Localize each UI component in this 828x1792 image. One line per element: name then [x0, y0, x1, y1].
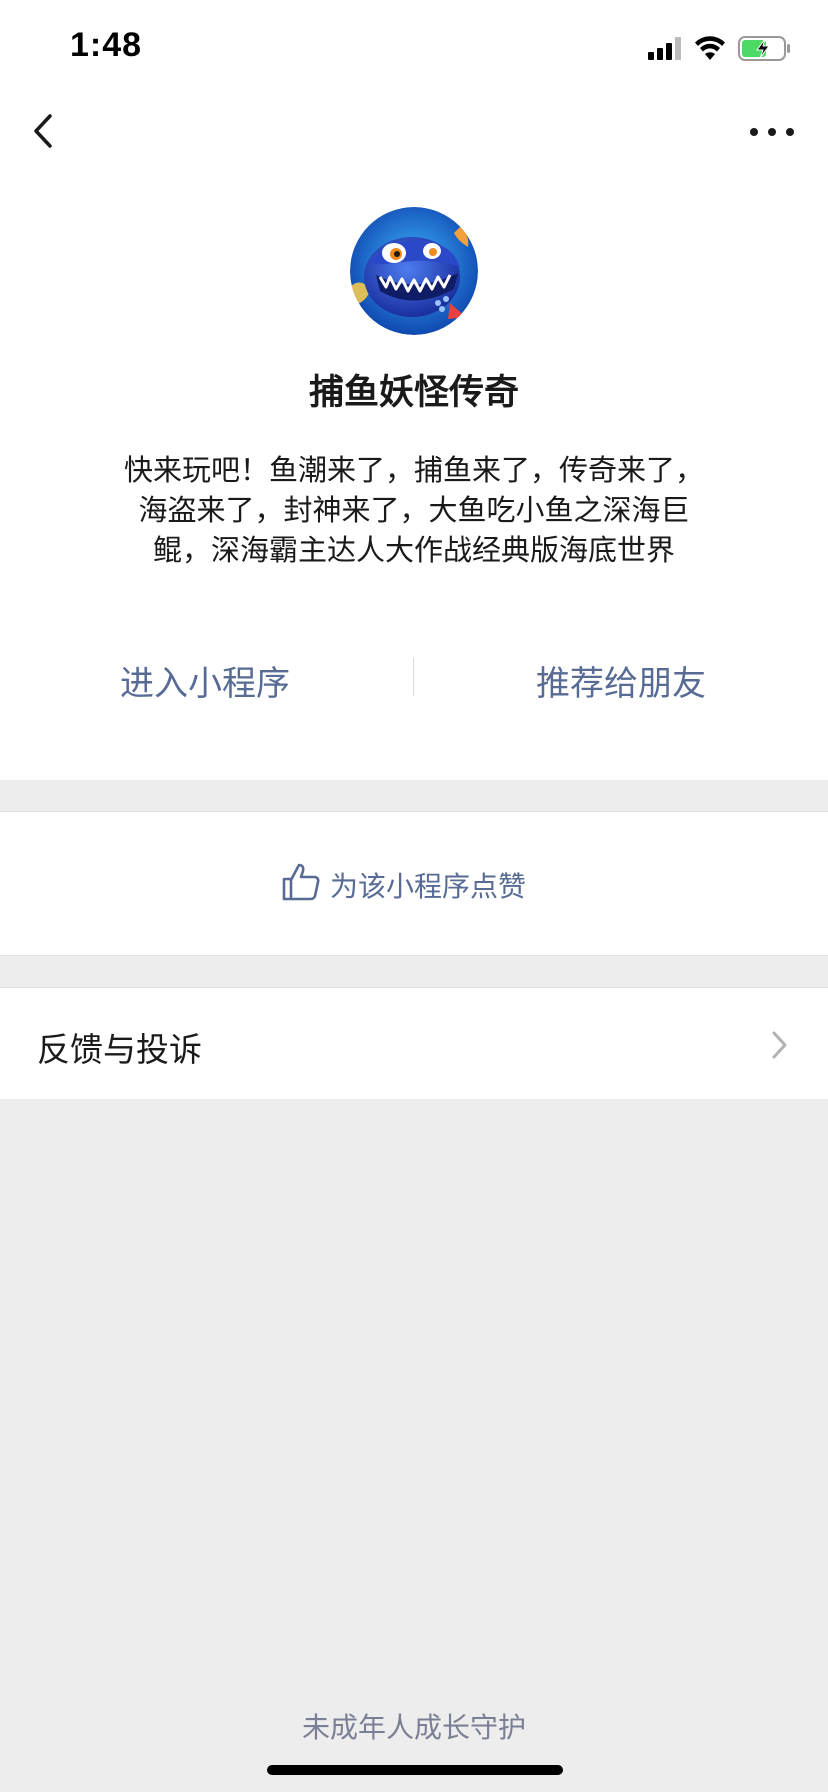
home-indicator[interactable]: [267, 1765, 563, 1775]
app-description-line: 快来玩吧！鱼潮来了，捕鱼来了，传奇来了，: [123, 453, 704, 487]
status-bar: 1:48: [0, 0, 828, 100]
app-description-line: 海盗来了，封神来了，大鱼吃小鱼之深海巨: [138, 493, 690, 527]
app-avatar: [350, 207, 478, 335]
action-row: 进入小程序 推荐给朋友: [0, 648, 828, 708]
app-profile-screen: 1:48 捕鱼妖怪传奇 快来玩吧！鱼潮来了，捕鱼来了，传奇来了， 海盗来了，封神…: [0, 0, 828, 1792]
minor-protection-link[interactable]: 未成年人成长守护: [0, 1706, 828, 1746]
chevron-left-icon: [34, 114, 52, 148]
app-description: 快来玩吧！鱼潮来了，捕鱼来了，传奇来了， 海盗来了，封神来了，大鱼吃小鱼之深海巨…: [100, 450, 728, 570]
thumbs-up-icon: [282, 863, 320, 901]
app-info-card: 1:48 捕鱼妖怪传奇 快来玩吧！鱼潮来了，捕鱼来了，传奇来了， 海盗来了，封神…: [0, 0, 828, 780]
enter-mini-program-button[interactable]: 进入小程序: [120, 656, 290, 705]
like-label: 为该小程序点赞: [330, 870, 527, 903]
more-dots-icon: [750, 128, 794, 136]
back-button[interactable]: [24, 106, 64, 156]
battery-charging-icon: [738, 36, 790, 61]
action-divider: [413, 658, 414, 696]
cellular-signal-icon: [648, 37, 681, 60]
status-time: 1:48: [70, 26, 143, 64]
app-name: 捕鱼妖怪传奇: [308, 373, 519, 413]
feedback-label: 反馈与投诉: [37, 1030, 202, 1069]
feedback-row[interactable]: 反馈与投诉: [0, 987, 828, 1099]
more-button[interactable]: [742, 112, 802, 152]
app-description-line: 鲲，深海霸主达人大作战经典版海底世界: [152, 533, 675, 567]
status-icons: [646, 34, 792, 64]
recommend-to-friend-button[interactable]: 推荐给朋友: [536, 656, 706, 705]
shark-avatar-icon: [350, 207, 478, 335]
chevron-right-icon: [772, 1031, 787, 1059]
wifi-icon: [695, 36, 725, 60]
like-card: 为该小程序点赞: [0, 811, 828, 956]
